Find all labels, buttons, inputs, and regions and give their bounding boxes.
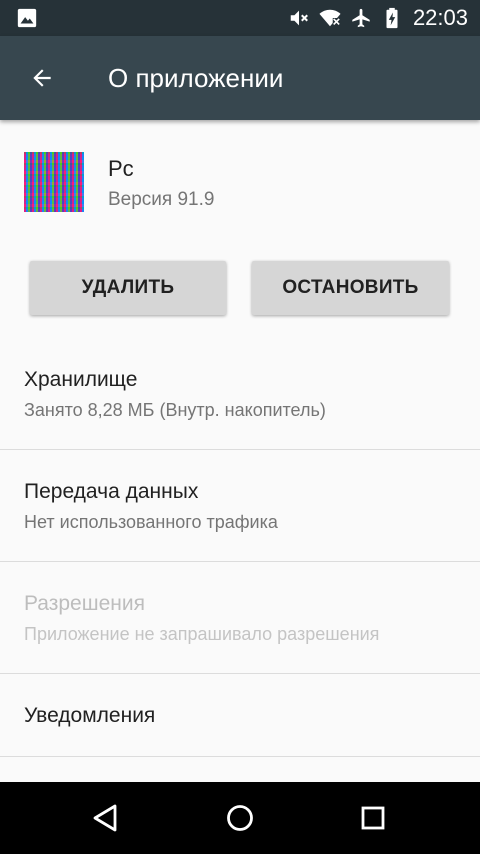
divider (0, 756, 480, 757)
mute-icon (290, 10, 308, 26)
pref-notifications[interactable]: Уведомления (0, 674, 480, 756)
app-version: Версия 91.9 (108, 189, 215, 210)
status-icons: 22:03 (279, 0, 468, 36)
recents-icon (361, 806, 385, 830)
image-notification-icon (17, 8, 37, 28)
status-bar: 22:03 (0, 0, 480, 36)
battery-charging-icon (386, 7, 398, 29)
uninstall-button[interactable]: УДАЛИТЬ (30, 261, 226, 315)
airplane-mode-icon (352, 8, 370, 28)
app-header: Pc Версия 91.9 (0, 120, 480, 240)
pref-data-usage[interactable]: Передача данных Нет использованного траф… (0, 450, 480, 562)
navigation-bar (0, 782, 480, 854)
pref-title: Уведомления (24, 704, 156, 727)
pref-title: Передача данных (24, 480, 199, 503)
pref-summary: Приложение не запрашивало разрешения (24, 624, 380, 644)
app-info-screen: 22:03 О приложении Pc Версия 91.9 УДАЛИТ… (0, 0, 480, 854)
app-name: Pc (108, 156, 134, 181)
force-stop-button[interactable]: ОСТАНОВИТЬ (252, 261, 449, 315)
page-title: О приложении (108, 63, 284, 93)
back-button[interactable] (18, 54, 66, 102)
status-clock: 22:03 (412, 5, 468, 30)
pref-title: Разрешения (24, 592, 145, 615)
nav-home-button[interactable] (218, 796, 262, 840)
pref-summary: Нет использованного трафика (24, 512, 278, 532)
pref-storage[interactable]: Хранилище Занято 8,28 МБ (Внутр. накопит… (0, 338, 480, 450)
pref-permissions: Разрешения Приложение не запрашивало раз… (0, 562, 480, 674)
wifi-icon (319, 9, 341, 27)
app-icon (24, 152, 84, 212)
back-icon (93, 804, 117, 832)
pref-title: Хранилище (24, 368, 138, 391)
pref-summary: Занято 8,28 МБ (Внутр. накопитель) (24, 400, 326, 420)
app-bar: О приложении (0, 36, 480, 120)
nav-recents-button[interactable] (351, 796, 395, 840)
home-icon (227, 805, 253, 831)
nav-back-button[interactable] (84, 796, 128, 840)
back-arrow-icon (33, 69, 51, 87)
